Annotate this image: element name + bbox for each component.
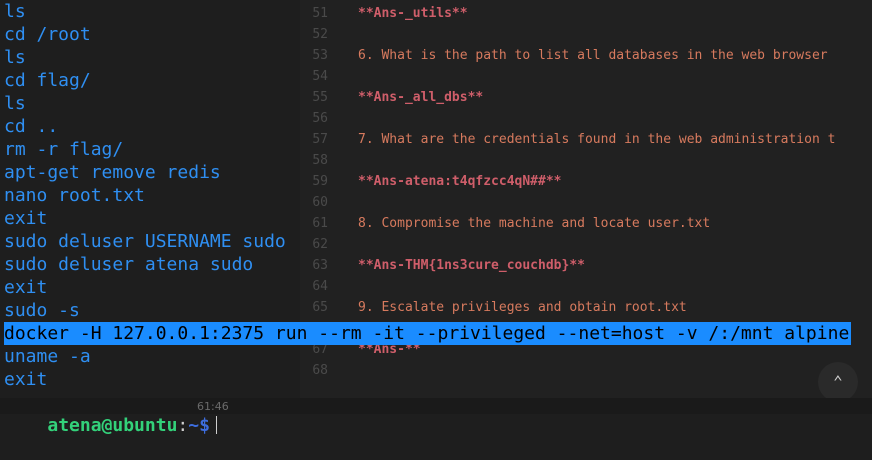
line-number: 55 — [312, 90, 328, 105]
line-number: 54 — [312, 69, 328, 84]
terminal-history-line[interactable]: ls — [4, 92, 26, 115]
line-number: 57 — [312, 132, 328, 147]
terminal-history-line[interactable]: rm -r flag/ — [4, 138, 123, 161]
editor-code-line[interactable]: **Ans-THM{1ns3cure_couchdb}** — [358, 255, 585, 276]
line-number: 56 — [312, 111, 328, 126]
editor-code-line[interactable]: 6. What is the path to list all database… — [358, 45, 828, 66]
line-number: 59 — [312, 174, 328, 189]
terminal-history-line[interactable]: uname -a — [4, 345, 91, 368]
editor-code-line[interactable]: **Ans-_all_dbs** — [358, 87, 483, 108]
line-number: 61 — [312, 216, 328, 231]
line-number: 65 — [312, 300, 328, 315]
terminal-history-line[interactable]: sudo deluser USERNAME sudo — [4, 230, 286, 253]
status-time: 61:46 — [197, 400, 229, 413]
line-number: 51 — [312, 6, 328, 21]
line-number: 53 — [312, 48, 328, 63]
editor-code-line[interactable]: 8. Compromise the machine and locate use… — [358, 213, 710, 234]
terminal-history-line[interactable]: cd flag/ — [4, 69, 91, 92]
terminal-history-line[interactable]: ls — [4, 0, 26, 23]
terminal-selected-line[interactable]: docker -H 127.0.0.1:2375 run --rm -it --… — [4, 322, 852, 345]
line-number: 52 — [312, 27, 328, 42]
editor-code-line[interactable]: 9. Escalate privileges and obtain root.t… — [358, 297, 687, 318]
text-cursor — [215, 416, 217, 434]
chevron-up-icon: ⌃ — [833, 372, 843, 391]
terminal-history-line[interactable]: cd .. — [4, 115, 58, 138]
status-bar: 61:46 — [0, 398, 872, 414]
line-number: 68 — [312, 363, 328, 378]
terminal-history-line[interactable]: sudo deluser atena sudo — [4, 253, 253, 276]
prompt-separator: : — [177, 415, 189, 436]
line-number: 62 — [312, 237, 328, 252]
editor-code-line[interactable]: 7. What are the credentials found in the… — [358, 129, 835, 150]
line-number: 63 — [312, 258, 328, 273]
editor-pane[interactable]: 51 **Ans-_utils** 52 53 6. What is the path … — [300, 0, 872, 414]
line-number: 64 — [312, 279, 328, 294]
editor-code-line[interactable]: **Ans-atena:t4qfzcc4qN##** — [358, 171, 562, 192]
terminal-history-line[interactable]: cd /root — [4, 23, 91, 46]
prompt-user-host: atena@ubuntu — [47, 415, 178, 436]
terminal-history-line[interactable]: exit — [4, 207, 47, 230]
terminal-history-line[interactable]: nano root.txt — [4, 184, 145, 207]
scroll-to-top-button[interactable]: ⌃ — [818, 362, 858, 402]
terminal-history-line[interactable]: apt-get remove redis — [4, 161, 221, 184]
line-number: 58 — [312, 153, 328, 168]
terminal-history-line[interactable]: exit — [4, 276, 47, 299]
editor-code-line[interactable]: **Ans-_utils** — [358, 3, 468, 24]
terminal-history-line[interactable]: sudo -s — [4, 299, 80, 322]
prompt-path: ~$ — [188, 415, 210, 436]
line-number: 60 — [312, 195, 328, 210]
terminal-history-line[interactable]: exit — [4, 368, 47, 391]
terminal-history-line[interactable]: ls — [4, 46, 26, 69]
